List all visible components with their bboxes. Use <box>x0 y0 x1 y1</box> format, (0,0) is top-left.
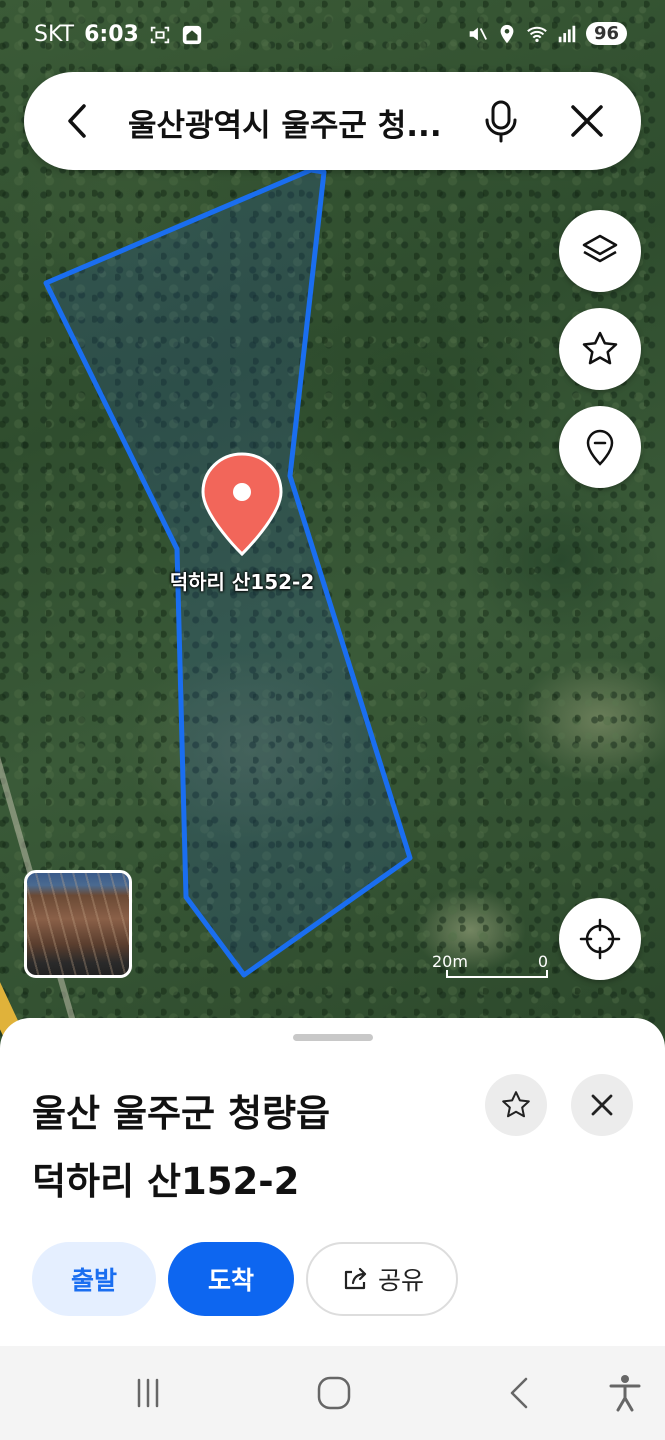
save-favorite-button[interactable] <box>485 1074 547 1136</box>
location-icon <box>500 24 514 43</box>
layers-button[interactable] <box>559 210 641 292</box>
current-location-button[interactable] <box>559 898 641 980</box>
share-label: 공유 <box>377 1266 424 1295</box>
close-icon <box>591 1094 613 1116</box>
marker-label: 덕하리 산152-2 <box>169 570 315 594</box>
map-scale: 20m 0 <box>432 952 552 982</box>
star-icon <box>502 1091 530 1118</box>
layers-icon <box>582 234 618 263</box>
favorites-button[interactable] <box>559 308 641 390</box>
place-title: 울산 울주군 청량읍 덕하리 산152-2 <box>32 1080 452 1216</box>
screenshot-icon <box>150 26 170 43</box>
pin-button[interactable] <box>559 406 641 488</box>
marker-pin-icon <box>201 452 283 557</box>
place-title-line2: 덕하리 산152-2 <box>32 1160 300 1203</box>
scale-bar <box>446 970 548 978</box>
chevron-left-icon[interactable] <box>58 100 100 142</box>
mic-icon[interactable] <box>476 96 526 146</box>
share-icon <box>344 1267 367 1290</box>
back-icon <box>510 1377 528 1409</box>
accessibility-button[interactable] <box>600 1368 650 1418</box>
mute-icon <box>469 27 487 40</box>
home-button-icon <box>317 1376 351 1410</box>
status-bar: SKT 6:03 96 <box>0 0 665 70</box>
home-nav-button[interactable] <box>309 1368 359 1418</box>
street-view-thumbnail[interactable] <box>24 870 132 978</box>
scale-left-label: 20m <box>432 952 468 971</box>
thumbnail-image <box>27 873 129 975</box>
recent-apps-button[interactable] <box>123 1368 173 1418</box>
scale-right-label: 0 <box>537 952 548 971</box>
star-icon <box>582 331 618 365</box>
location-marker[interactable] <box>200 452 284 557</box>
home-icon <box>182 25 202 44</box>
carrier: SKT <box>34 22 75 47</box>
system-nav-bar <box>0 1346 665 1440</box>
depart-button[interactable]: 출발 <box>32 1242 156 1316</box>
share-button[interactable]: 공유 <box>306 1242 458 1316</box>
pin-icon <box>586 429 614 466</box>
search-bar[interactable]: 울산광역시 울주군 청... <box>24 72 641 170</box>
back-nav-button[interactable] <box>495 1368 545 1418</box>
recent-apps-icon <box>137 1378 159 1408</box>
signal-icon <box>558 25 576 42</box>
place-title-line1: 울산 울주군 청량읍 <box>32 1092 331 1135</box>
battery-level: 96 <box>585 22 627 45</box>
accessibility-icon <box>609 1375 641 1412</box>
sheet-handle[interactable] <box>293 1034 373 1041</box>
clock: 6:03 <box>84 22 139 47</box>
locate-icon <box>579 918 621 960</box>
search-query[interactable]: 울산광역시 울주군 청... <box>128 100 458 145</box>
place-sheet[interactable]: 울산 울주군 청량읍 덕하리 산152-2 출발 도착 공유 <box>0 1018 665 1348</box>
wifi-icon <box>527 26 547 42</box>
close-sheet-button[interactable] <box>571 1074 633 1136</box>
close-icon[interactable] <box>564 98 610 144</box>
arrive-button[interactable]: 도착 <box>168 1242 294 1316</box>
